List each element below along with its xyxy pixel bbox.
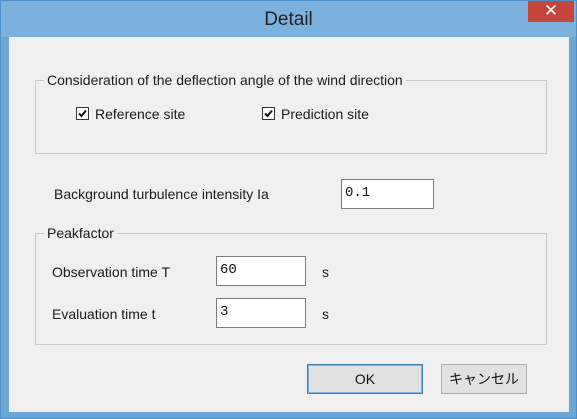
prediction-site-checkbox[interactable] xyxy=(262,107,275,120)
title-bar[interactable]: Detail ✕ xyxy=(1,1,576,37)
observation-time-input[interactable]: 60 xyxy=(216,256,306,286)
close-icon: ✕ xyxy=(543,1,559,21)
dialog-body: Consideration of the deflection angle of… xyxy=(9,37,569,412)
reference-site-checkbox[interactable] xyxy=(76,107,89,120)
evaluation-time-unit: s xyxy=(322,306,329,322)
observation-time-label: Observation time T xyxy=(52,264,171,280)
window-title: Detail xyxy=(264,9,313,30)
background-turbulence-label: Background turbulence intensity Ia xyxy=(54,186,269,202)
cancel-button[interactable]: キャンセル xyxy=(441,364,527,394)
evaluation-time-label: Evaluation time t xyxy=(52,306,156,322)
background-turbulence-input[interactable]: 0.1 xyxy=(341,179,434,209)
observation-time-unit: s xyxy=(322,264,329,280)
ok-button[interactable]: OK xyxy=(307,364,423,394)
check-icon xyxy=(78,109,87,118)
detail-dialog: Detail ✕ Consideration of the deflection… xyxy=(0,0,577,419)
evaluation-time-input[interactable]: 3 xyxy=(216,298,306,328)
peakfactor-group: Peakfactor Observation time T 60 s Evalu… xyxy=(35,225,547,345)
peakfactor-legend: Peakfactor xyxy=(44,225,117,241)
deflection-angle-group: Consideration of the deflection angle of… xyxy=(35,72,547,154)
close-button[interactable]: ✕ xyxy=(528,1,574,22)
deflection-angle-legend: Consideration of the deflection angle of… xyxy=(44,72,406,88)
reference-site-label[interactable]: Reference site xyxy=(95,106,185,122)
prediction-site-label[interactable]: Prediction site xyxy=(281,106,369,122)
check-icon xyxy=(264,109,273,118)
